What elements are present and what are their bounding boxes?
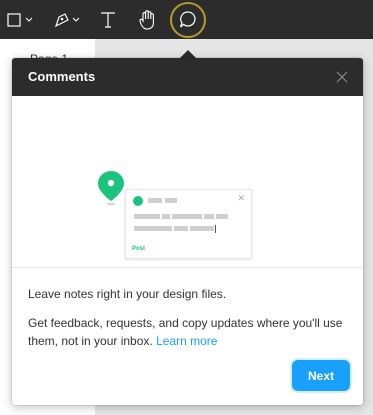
text-placeholder xyxy=(204,214,214,219)
comment-icon xyxy=(179,10,196,27)
frame-tool-button[interactable] xyxy=(2,0,40,39)
text-placeholder xyxy=(134,226,172,231)
text-cursor xyxy=(215,225,216,233)
next-button[interactable]: Next xyxy=(292,360,350,391)
post-label: Post xyxy=(132,246,146,252)
popover-header: Comments xyxy=(12,58,363,96)
text-placeholder xyxy=(134,214,160,219)
comment-card: ✕ Post xyxy=(125,189,252,259)
text-placeholder xyxy=(172,214,202,219)
text-placeholder xyxy=(162,214,170,219)
text-placeholder xyxy=(165,198,177,203)
popover-title: Comments xyxy=(28,69,96,84)
pen-tool-button[interactable] xyxy=(48,0,86,39)
description-primary: Leave notes right in your design files. xyxy=(28,287,227,301)
location-pin-icon xyxy=(98,171,124,206)
pen-icon xyxy=(54,12,80,27)
text-icon xyxy=(101,11,115,28)
text-placeholder xyxy=(216,214,228,219)
avatar xyxy=(133,196,143,206)
popover-caret xyxy=(180,50,196,58)
hand-icon xyxy=(139,9,154,30)
active-tool-ring xyxy=(170,1,206,38)
text-placeholder xyxy=(148,198,162,203)
frame-icon xyxy=(7,12,33,27)
card-close-icon: ✕ xyxy=(237,193,245,203)
close-button[interactable] xyxy=(333,68,351,86)
comments-illustration: ✕ Post xyxy=(12,96,363,268)
comment-tool-button[interactable] xyxy=(170,0,206,39)
learn-more-link[interactable]: Learn more xyxy=(156,334,217,348)
text-placeholder xyxy=(174,226,188,231)
text-tool-button[interactable] xyxy=(94,0,122,39)
hand-tool-button[interactable] xyxy=(134,0,162,39)
comments-onboarding-popover: Comments ✕ Post Leave notes right in you… xyxy=(12,58,363,405)
close-icon xyxy=(336,71,348,83)
toolbar xyxy=(0,0,373,39)
text-placeholder xyxy=(190,226,214,231)
description-secondary: Get feedback, requests, and copy updates… xyxy=(28,314,353,350)
